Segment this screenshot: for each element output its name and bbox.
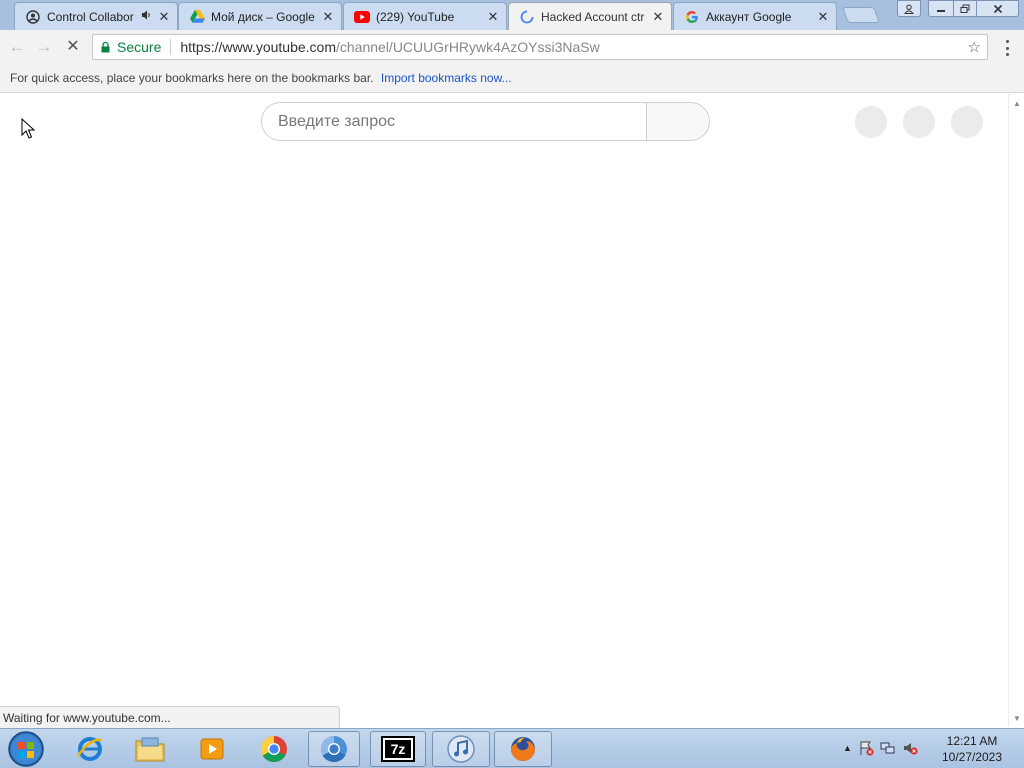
tab-title: (229) YouTube	[376, 9, 455, 24]
start-orb-icon	[8, 731, 44, 767]
taskbar-chrome[interactable]	[248, 731, 300, 767]
scroll-up-icon[interactable]: ▲	[1013, 99, 1021, 108]
close-icon	[993, 4, 1002, 13]
minimize-button[interactable]	[928, 0, 954, 17]
7zip-icon: 7z	[381, 736, 415, 762]
browser-toolbar: ← → ✕ Secure https://www.youtube.com /ch…	[0, 30, 1024, 64]
forward-button[interactable]: →	[34, 37, 54, 57]
tab-control-collabor[interactable]: Control Collabor ✕	[14, 2, 178, 30]
stop-loading-button[interactable]: ✕	[63, 37, 83, 57]
collab-icon	[25, 9, 41, 25]
taskbar-chromium-active[interactable]	[308, 731, 360, 767]
minimize-icon	[937, 9, 945, 12]
restore-button[interactable]	[953, 0, 977, 17]
screen: Control Collabor ✕ Мой диск – Google ✕ (…	[0, 0, 1024, 768]
tab-close-icon[interactable]: ✕	[816, 9, 830, 24]
loading-spinner-icon	[519, 9, 535, 25]
media-player-icon	[200, 738, 224, 760]
close-window-button[interactable]	[976, 0, 1019, 17]
import-bookmarks-link[interactable]: Import bookmarks now...	[381, 71, 512, 85]
search-button[interactable]	[646, 102, 710, 141]
volume-muted-icon[interactable]	[902, 740, 918, 756]
lock-icon	[101, 41, 111, 53]
scroll-down-icon[interactable]: ▼	[1013, 714, 1021, 723]
internet-explorer-icon	[76, 737, 103, 761]
clock-time: 12:21 AM	[946, 734, 998, 748]
tab-close-icon[interactable]: ✕	[157, 9, 171, 24]
back-button[interactable]: ←	[7, 37, 27, 57]
google-drive-icon	[189, 9, 205, 25]
speaker-icon[interactable]	[141, 10, 153, 23]
file-explorer-icon	[135, 737, 165, 762]
notifications-placeholder-icon[interactable]	[903, 106, 935, 138]
youtube-icon	[354, 9, 370, 25]
windows-taskbar: 7z ▲ 12:21 AM 10/27/2023	[0, 728, 1024, 768]
tab-close-icon[interactable]: ✕	[486, 9, 500, 24]
firefox-icon	[511, 737, 535, 761]
action-center-flag-icon[interactable]	[858, 740, 874, 756]
address-bar[interactable]: Secure https://www.youtube.com /channel/…	[92, 34, 988, 60]
clock-date: 10/27/2023	[941, 750, 1003, 764]
clock[interactable]: 12:21 AM 10/27/2023	[930, 733, 1014, 765]
chrome-menu-button[interactable]	[1001, 38, 1013, 58]
taskbar-media-player[interactable]	[186, 731, 238, 767]
itunes-icon	[447, 735, 475, 763]
tab-strip: Control Collabor ✕ Мой диск – Google ✕ (…	[0, 0, 1024, 31]
mouse-cursor-icon	[21, 118, 35, 139]
chrome-icon	[260, 735, 287, 763]
url-path: /channel/UCUUGrHRywk4AzOYssi3NaSw	[336, 39, 600, 55]
show-hidden-icons-icon[interactable]: ▲	[843, 743, 852, 753]
tab-title: Hacked Account ctr	[541, 10, 645, 24]
tab-google-account[interactable]: Аккаунт Google ✕	[673, 2, 837, 30]
taskbar-itunes[interactable]	[432, 731, 490, 767]
tab-title: Аккаунт Google	[706, 9, 792, 24]
user-icon	[904, 4, 914, 14]
tab-hacked-account[interactable]: Hacked Account ctr ✕	[508, 2, 672, 31]
new-tab-button[interactable]	[842, 7, 880, 23]
tab-google-drive[interactable]: Мой диск – Google ✕	[178, 2, 342, 30]
url-host: https://www.youtube.com	[180, 39, 336, 55]
vertical-scrollbar[interactable]: ▲ ▼	[1008, 94, 1024, 726]
profile-button[interactable]	[897, 0, 921, 17]
start-button[interactable]	[6, 730, 46, 768]
system-tray: ▲	[843, 735, 918, 761]
menu-dot	[1005, 46, 1009, 50]
taskbar-file-explorer[interactable]	[124, 731, 176, 767]
google-icon	[684, 9, 700, 25]
tab-youtube[interactable]: (229) YouTube ✕	[343, 2, 507, 30]
tab-title: Control Collabor	[47, 9, 134, 24]
page-content: Введите запрос	[0, 94, 1008, 706]
tab-close-icon[interactable]: ✕	[651, 10, 665, 24]
bookmarks-hint: For quick access, place your bookmarks h…	[10, 71, 374, 85]
taskbar-internet-explorer[interactable]	[64, 731, 116, 767]
menu-dot	[1005, 40, 1009, 43]
secure-label: Secure	[117, 39, 162, 55]
restore-icon	[960, 4, 970, 13]
menu-dot	[1005, 53, 1009, 56]
taskbar-firefox[interactable]	[494, 731, 552, 767]
separator	[170, 39, 172, 55]
network-icon[interactable]	[880, 740, 896, 756]
taskbar-7zip[interactable]: 7z	[370, 731, 426, 767]
svg-text:7z: 7z	[391, 741, 406, 757]
tab-title: Мой диск – Google	[211, 9, 315, 24]
bookmarks-bar: For quick access, place your bookmarks h…	[0, 64, 1024, 93]
bookmark-star-icon[interactable]: ☆	[968, 38, 981, 56]
tab-close-icon[interactable]: ✕	[321, 9, 335, 24]
avatar-placeholder-icon[interactable]	[951, 106, 983, 138]
apps-placeholder-icon[interactable]	[855, 106, 887, 138]
chromium-icon	[320, 735, 347, 763]
search-input[interactable]: Введите запрос	[261, 102, 647, 141]
status-bubble: Waiting for www.youtube.com...	[0, 706, 340, 728]
